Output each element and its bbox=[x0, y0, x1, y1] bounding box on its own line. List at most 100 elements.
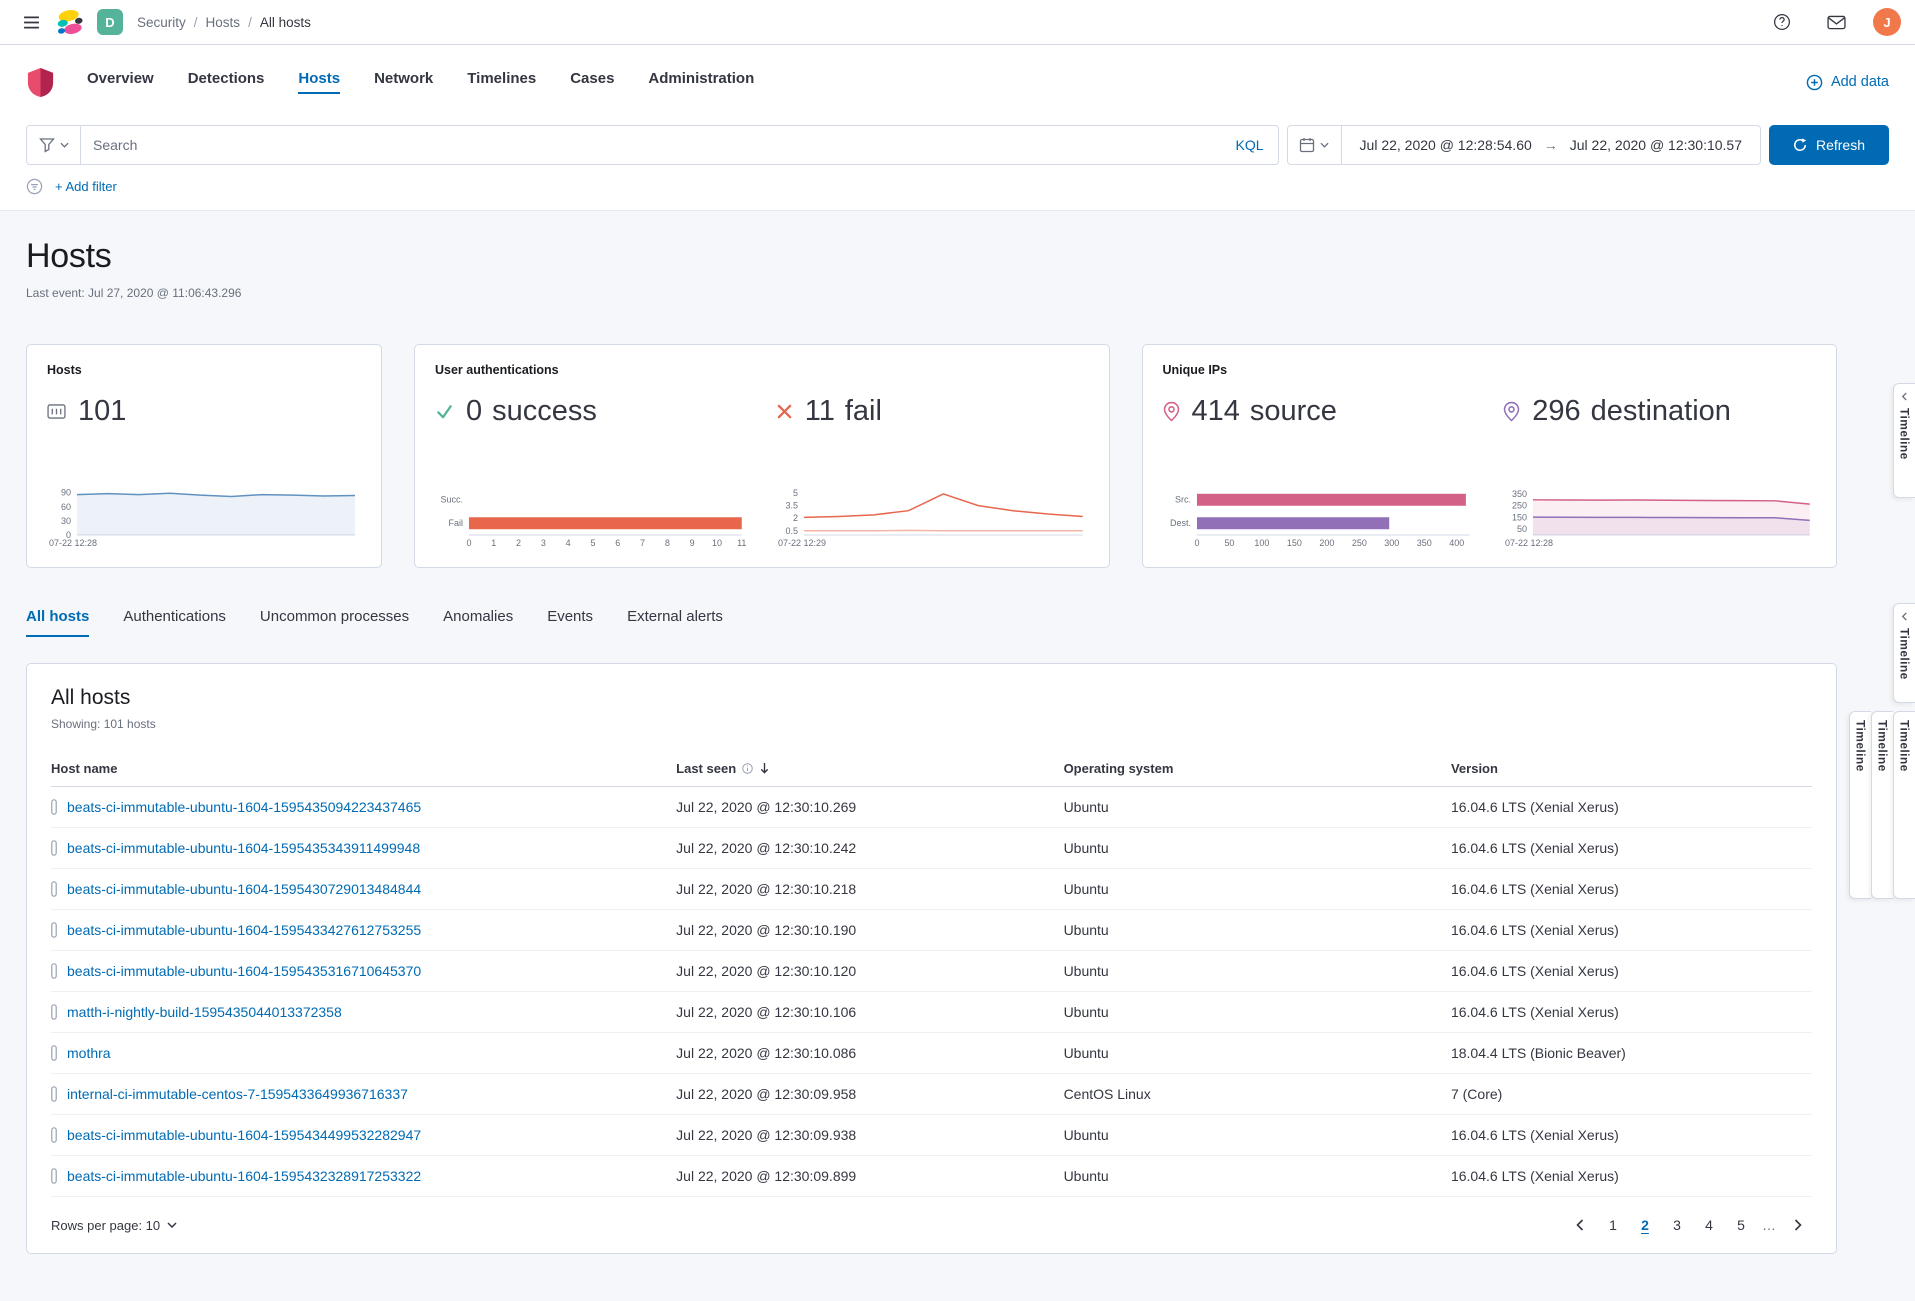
saved-query-menu-button[interactable] bbox=[27, 126, 81, 164]
drag-handle-icon[interactable] bbox=[51, 1045, 57, 1061]
os-cell: Ubuntu bbox=[1064, 992, 1451, 1033]
host-name-link[interactable]: beats-ci-immutable-ubuntu-1604-159543232… bbox=[67, 1168, 421, 1184]
tab-hosts[interactable]: Hosts bbox=[298, 70, 340, 94]
date-quick-menu-button[interactable] bbox=[1288, 126, 1342, 164]
host-name-link[interactable]: beats-ci-immutable-ubuntu-1604-159543072… bbox=[67, 881, 421, 897]
tab-overview[interactable]: Overview bbox=[87, 70, 154, 94]
host-name-link[interactable]: beats-ci-immutable-ubuntu-1604-159543509… bbox=[67, 799, 421, 815]
column-host-name[interactable]: Host name bbox=[51, 751, 676, 787]
destination-ips-value: 296 bbox=[1532, 395, 1580, 428]
tab-cases[interactable]: Cases bbox=[570, 70, 614, 94]
drag-handle-icon[interactable] bbox=[51, 840, 57, 856]
refresh-icon bbox=[1793, 138, 1807, 152]
tab-authentications[interactable]: Authentications bbox=[123, 608, 226, 637]
svg-text:350: 350 bbox=[1416, 538, 1431, 548]
last-seen-cell: Jul 22, 2020 @ 12:30:10.120 bbox=[676, 951, 1063, 992]
menu-button[interactable] bbox=[14, 5, 48, 39]
space-avatar[interactable]: D bbox=[97, 9, 123, 35]
page-button-1[interactable]: 1 bbox=[1600, 1211, 1626, 1239]
host-name-link[interactable]: matth-i-nightly-build-159543504401337235… bbox=[67, 1004, 342, 1020]
column-last-seen[interactable]: Last seen bbox=[676, 751, 1063, 787]
kpi-cards: Hosts 101 906030007-22 12:28 User authen… bbox=[26, 344, 1837, 568]
end-date[interactable]: Jul 22, 2020 @ 12:30:10.57 bbox=[1570, 137, 1742, 153]
kpi-auth-title: User authentications bbox=[435, 363, 1089, 377]
breadcrumb-security[interactable]: Security bbox=[137, 15, 186, 30]
timeline-toggle-button[interactable]: Timeline bbox=[1893, 383, 1915, 498]
svg-text:Src.: Src. bbox=[1174, 495, 1190, 505]
page-button-5[interactable]: 5 bbox=[1728, 1211, 1754, 1239]
tab-external-alerts[interactable]: External alerts bbox=[627, 608, 723, 637]
drag-handle-icon[interactable] bbox=[51, 1086, 57, 1102]
tab-anomalies[interactable]: Anomalies bbox=[443, 608, 513, 637]
svg-text:0: 0 bbox=[466, 538, 471, 548]
top-bar: D Security / Hosts / All hosts J bbox=[0, 0, 1915, 45]
version-cell: 16.04.6 LTS (Xenial Xerus) bbox=[1451, 787, 1812, 828]
drag-handle-icon[interactable] bbox=[51, 881, 57, 897]
rows-per-page-button[interactable]: Rows per page: 10 bbox=[51, 1218, 177, 1233]
timeline-toggle-button[interactable]: Timeline bbox=[1849, 711, 1871, 899]
drag-handle-icon[interactable] bbox=[51, 1127, 57, 1143]
search-input[interactable] bbox=[81, 126, 1222, 164]
last-seen-cell: Jul 22, 2020 @ 12:30:10.190 bbox=[676, 910, 1063, 951]
hamburger-icon bbox=[23, 16, 40, 29]
newsfeed-button[interactable] bbox=[1819, 5, 1853, 39]
breadcrumb-separator: / bbox=[248, 15, 252, 30]
timeline-label: Timeline bbox=[1898, 628, 1912, 680]
timeline-toggle-button[interactable]: Timeline bbox=[1893, 603, 1915, 703]
auth-bar-chart: Succ.Fail01234567891011 bbox=[435, 483, 748, 549]
host-name-link[interactable]: beats-ci-immutable-ubuntu-1604-159543449… bbox=[67, 1127, 421, 1143]
column-operating-system[interactable]: Operating system bbox=[1064, 751, 1451, 787]
start-date[interactable]: Jul 22, 2020 @ 12:28:54.60 bbox=[1360, 137, 1532, 153]
svg-text:5: 5 bbox=[793, 488, 798, 498]
refresh-button[interactable]: Refresh bbox=[1769, 125, 1889, 165]
host-name-link[interactable]: internal-ci-immutable-centos-7-159543364… bbox=[67, 1086, 408, 1102]
drag-handle-icon[interactable] bbox=[51, 799, 57, 815]
drag-handle-icon[interactable] bbox=[51, 922, 57, 938]
host-name-link[interactable]: mothra bbox=[67, 1045, 111, 1061]
table-row: beats-ci-immutable-ubuntu-1604-159543232… bbox=[51, 1156, 1812, 1197]
filter-circle-icon[interactable] bbox=[26, 178, 43, 195]
timeline-label: Timeline bbox=[1854, 720, 1868, 772]
elastic-logo-icon[interactable] bbox=[56, 9, 83, 36]
svg-text:200: 200 bbox=[1319, 538, 1334, 548]
tab-detections[interactable]: Detections bbox=[188, 70, 265, 94]
tab-timelines[interactable]: Timelines bbox=[467, 70, 536, 94]
timeline-flyout-group: Timeline bbox=[1893, 383, 1915, 498]
timeline-toggle-button[interactable]: Timeline bbox=[1893, 711, 1915, 899]
auth-fail-value: 11 bbox=[805, 395, 835, 428]
svg-text:60: 60 bbox=[61, 502, 71, 512]
breadcrumb-hosts[interactable]: Hosts bbox=[206, 15, 241, 30]
tab-administration[interactable]: Administration bbox=[648, 70, 754, 94]
query-language-button[interactable]: KQL bbox=[1222, 126, 1278, 164]
column-version[interactable]: Version bbox=[1451, 751, 1812, 787]
filter-bar: + Add filter bbox=[0, 165, 1915, 211]
unique-ips-area-chart: 3502501505007-22 12:28 bbox=[1503, 483, 1816, 549]
page-button-3[interactable]: 3 bbox=[1664, 1211, 1690, 1239]
host-name-link[interactable]: beats-ci-immutable-ubuntu-1604-159543534… bbox=[67, 840, 420, 856]
svg-text:100: 100 bbox=[1254, 538, 1269, 548]
host-name-link[interactable]: beats-ci-immutable-ubuntu-1604-159543342… bbox=[67, 922, 421, 938]
help-button[interactable] bbox=[1765, 5, 1799, 39]
sort-descending-icon bbox=[759, 762, 770, 775]
timeline-toggle-button[interactable]: Timeline bbox=[1871, 711, 1893, 899]
previous-page-button[interactable] bbox=[1566, 1211, 1594, 1239]
add-data-button[interactable]: Add data bbox=[1806, 74, 1889, 91]
tab-events[interactable]: Events bbox=[547, 608, 593, 637]
range-arrow: → bbox=[1544, 137, 1558, 153]
host-name-link[interactable]: beats-ci-immutable-ubuntu-1604-159543531… bbox=[67, 963, 421, 979]
tab-network[interactable]: Network bbox=[374, 70, 433, 94]
user-avatar[interactable]: J bbox=[1873, 8, 1901, 36]
page-button-4[interactable]: 4 bbox=[1696, 1211, 1722, 1239]
mail-icon bbox=[1827, 15, 1846, 30]
next-page-button[interactable] bbox=[1784, 1211, 1812, 1239]
breadcrumb-all-hosts: All hosts bbox=[260, 15, 311, 30]
page-button-2[interactable]: 2 bbox=[1632, 1211, 1658, 1239]
add-filter-button[interactable]: + Add filter bbox=[55, 179, 117, 194]
drag-handle-icon[interactable] bbox=[51, 1168, 57, 1184]
drag-handle-icon[interactable] bbox=[51, 1004, 57, 1020]
tab-all-hosts[interactable]: All hosts bbox=[26, 608, 89, 637]
svg-text:2: 2 bbox=[793, 513, 798, 523]
drag-handle-icon[interactable] bbox=[51, 963, 57, 979]
refresh-label: Refresh bbox=[1816, 137, 1865, 153]
tab-uncommon-processes[interactable]: Uncommon processes bbox=[260, 608, 409, 637]
